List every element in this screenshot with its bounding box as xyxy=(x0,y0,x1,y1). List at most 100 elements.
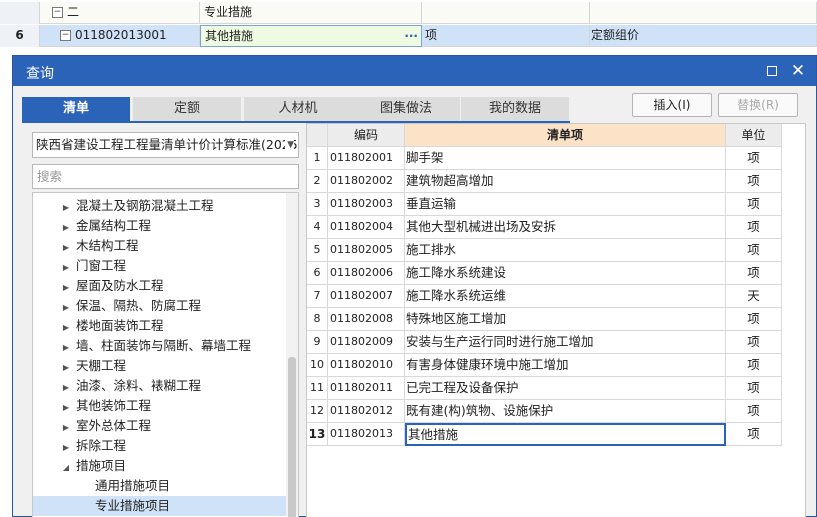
row-code[interactable]: 011802012 xyxy=(328,400,405,423)
row-name[interactable]: 有害身体健康环境中施工增加 xyxy=(405,354,726,377)
row-code[interactable]: 011802002 xyxy=(328,170,405,193)
row-unit[interactable]: 项 xyxy=(726,170,782,193)
tree-item-child[interactable]: 通用措施项目 xyxy=(33,476,287,496)
tree-item[interactable]: ▶ 金属结构工程 xyxy=(33,216,287,236)
header-unit[interactable]: 单位 xyxy=(726,124,782,147)
row-name[interactable]: 脚手架 xyxy=(405,147,726,170)
expand-arrow-icon[interactable]: ▶ xyxy=(61,258,71,278)
collapse-icon[interactable]: − xyxy=(52,7,63,18)
sheet-unit-cell[interactable] xyxy=(422,2,590,24)
expand-arrow-icon[interactable]: ▶ xyxy=(61,218,71,238)
tab-bill[interactable]: 清单 xyxy=(22,97,130,121)
sheet-name-cell[interactable]: 其他措施 ··· xyxy=(200,25,422,47)
replace-button[interactable]: 替换(R) xyxy=(718,93,798,117)
table-row[interactable]: 3 011802003 垂直运输 项 xyxy=(307,193,782,216)
row-name[interactable]: 施工降水系统建设 xyxy=(405,262,726,285)
table-row[interactable]: 6 011802006 施工降水系统建设 项 xyxy=(307,262,782,285)
row-unit[interactable]: 项 xyxy=(726,423,782,446)
tree-item[interactable]: ▶ 其他装饰工程 xyxy=(33,396,287,416)
sheet-name-cell[interactable]: 专业措施 xyxy=(200,2,422,24)
row-code[interactable]: 011802005 xyxy=(328,239,405,262)
expand-arrow-icon[interactable]: ▶ xyxy=(61,238,71,258)
expand-arrow-icon[interactable]: ▶ xyxy=(61,338,71,358)
collapse-arrow-icon[interactable]: ◢ xyxy=(61,458,71,478)
expand-arrow-icon[interactable]: ▶ xyxy=(61,438,71,458)
tree-scrollbar[interactable] xyxy=(286,193,298,517)
row-name[interactable]: 建筑物超高增加 xyxy=(405,170,726,193)
sheet-code-cell[interactable]: −011802013001 xyxy=(40,25,200,47)
collapse-icon[interactable]: − xyxy=(60,30,71,41)
table-row[interactable]: 8 011802008 特殊地区施工增加 项 xyxy=(307,308,782,331)
row-unit[interactable]: 项 xyxy=(726,400,782,423)
sheet-code-cell[interactable]: − 二 xyxy=(40,2,200,24)
insert-button[interactable]: 插入(I) xyxy=(632,93,712,117)
row-unit[interactable]: 天 xyxy=(726,285,782,308)
tree-item[interactable]: ▶ 墙、柱面装饰与隔断、幕墙工程 xyxy=(33,336,287,356)
expand-arrow-icon[interactable]: ▶ xyxy=(61,358,71,378)
tree-item[interactable]: ▶ 室外总体工程 xyxy=(33,416,287,436)
row-unit[interactable]: 项 xyxy=(726,308,782,331)
sheet-row-selected[interactable]: 6 −011802013001 其他措施 ··· 项 定额组价 xyxy=(0,25,817,47)
tree-item[interactable]: ▶ 保温、隔热、防腐工程 xyxy=(33,296,287,316)
row-unit[interactable]: 项 xyxy=(726,147,782,170)
table-row[interactable]: 2 011802002 建筑物超高增加 项 xyxy=(307,170,782,193)
expand-arrow-icon[interactable]: ▶ xyxy=(61,378,71,398)
row-unit[interactable]: 项 xyxy=(726,193,782,216)
row-name[interactable]: 施工降水系统运维 xyxy=(405,285,726,308)
tree-item[interactable]: ▶ 天棚工程 xyxy=(33,356,287,376)
scroll-thumb[interactable] xyxy=(288,357,296,517)
row-name[interactable]: 既有建(构)筑物、设施保护 xyxy=(405,400,726,423)
table-row[interactable]: 4 011802004 其他大型机械进出场及安拆 项 xyxy=(307,216,782,239)
sheet-calc-cell[interactable] xyxy=(590,2,817,24)
sheet-calc-cell[interactable]: 定额组价 xyxy=(590,25,817,47)
row-name[interactable]: 安装与生产运行同时进行施工增加 xyxy=(405,331,726,354)
table-row[interactable]: 7 011802007 施工降水系统运维 天 xyxy=(307,285,782,308)
tree-item[interactable]: ▶ 混凝土及钢筋混凝土工程 xyxy=(33,196,287,216)
row-name[interactable]: 施工排水 xyxy=(405,239,726,262)
close-button[interactable]: ✕ xyxy=(788,61,808,81)
table-row[interactable]: 9 011802009 安装与生产运行同时进行施工增加 项 xyxy=(307,331,782,354)
more-options-icon[interactable]: ··· xyxy=(404,26,418,46)
standard-select[interactable]: 陕西省建设工程工程量清单计价计算标准(2025 ▼ xyxy=(32,132,299,158)
row-code[interactable]: 011802007 xyxy=(328,285,405,308)
row-code[interactable]: 011802003 xyxy=(328,193,405,216)
expand-arrow-icon[interactable]: ▶ xyxy=(61,298,71,318)
table-row[interactable]: 11 011802011 已完工程及设备保护 项 xyxy=(307,377,782,400)
row-code[interactable]: 011802006 xyxy=(328,262,405,285)
row-name[interactable]: 特殊地区施工增加 xyxy=(405,308,726,331)
table-row-selected[interactable]: 13 011802013 其他措施 项 xyxy=(307,423,782,446)
tree-item[interactable]: ▶ 木结构工程 xyxy=(33,236,287,256)
row-code[interactable]: 011802010 xyxy=(328,354,405,377)
expand-arrow-icon[interactable]: ▶ xyxy=(61,398,71,418)
row-code[interactable]: 011802004 xyxy=(328,216,405,239)
row-unit[interactable]: 项 xyxy=(726,377,782,400)
sheet-row-category[interactable]: − 二 专业措施 xyxy=(0,2,817,24)
row-code[interactable]: 011802013 xyxy=(328,423,405,446)
expand-arrow-icon[interactable]: ▶ xyxy=(61,198,71,218)
tab-labor-material-machine[interactable]: 人材机 xyxy=(244,97,352,121)
row-code[interactable]: 011802008 xyxy=(328,308,405,331)
header-code[interactable]: 编码 xyxy=(328,124,405,147)
expand-arrow-icon[interactable]: ▶ xyxy=(61,278,71,298)
row-code[interactable]: 011802009 xyxy=(328,331,405,354)
row-name[interactable]: 其他大型机械进出场及安拆 xyxy=(405,216,726,239)
row-code[interactable]: 011802011 xyxy=(328,377,405,400)
row-unit[interactable]: 项 xyxy=(726,354,782,377)
table-row[interactable]: 12 011802012 既有建(构)筑物、设施保护 项 xyxy=(307,400,782,423)
table-row[interactable]: 10 011802010 有害身体健康环境中施工增加 项 xyxy=(307,354,782,377)
tab-atlas-method[interactable]: 图集做法 xyxy=(352,97,460,121)
tree-item[interactable]: ▶ 楼地面装饰工程 xyxy=(33,316,287,336)
row-name[interactable]: 已完工程及设备保护 xyxy=(405,377,726,400)
maximize-button[interactable] xyxy=(762,61,782,81)
header-name[interactable]: 清单项 xyxy=(405,124,726,147)
search-input[interactable]: 搜索 xyxy=(32,164,299,189)
tree-item-child-selected[interactable]: 专业措施项目 xyxy=(33,496,287,516)
tree-item[interactable]: ▶ 屋面及防水工程 xyxy=(33,276,287,296)
row-name[interactable]: 其他措施 xyxy=(405,423,726,446)
sheet-unit-cell[interactable]: 项 xyxy=(422,25,590,47)
tab-my-data[interactable]: 我的数据 xyxy=(461,97,569,121)
row-unit[interactable]: 项 xyxy=(726,262,782,285)
row-unit[interactable]: 项 xyxy=(726,239,782,262)
tree-item[interactable]: ◢ 措施项目 xyxy=(33,456,287,476)
row-unit[interactable]: 项 xyxy=(726,331,782,354)
